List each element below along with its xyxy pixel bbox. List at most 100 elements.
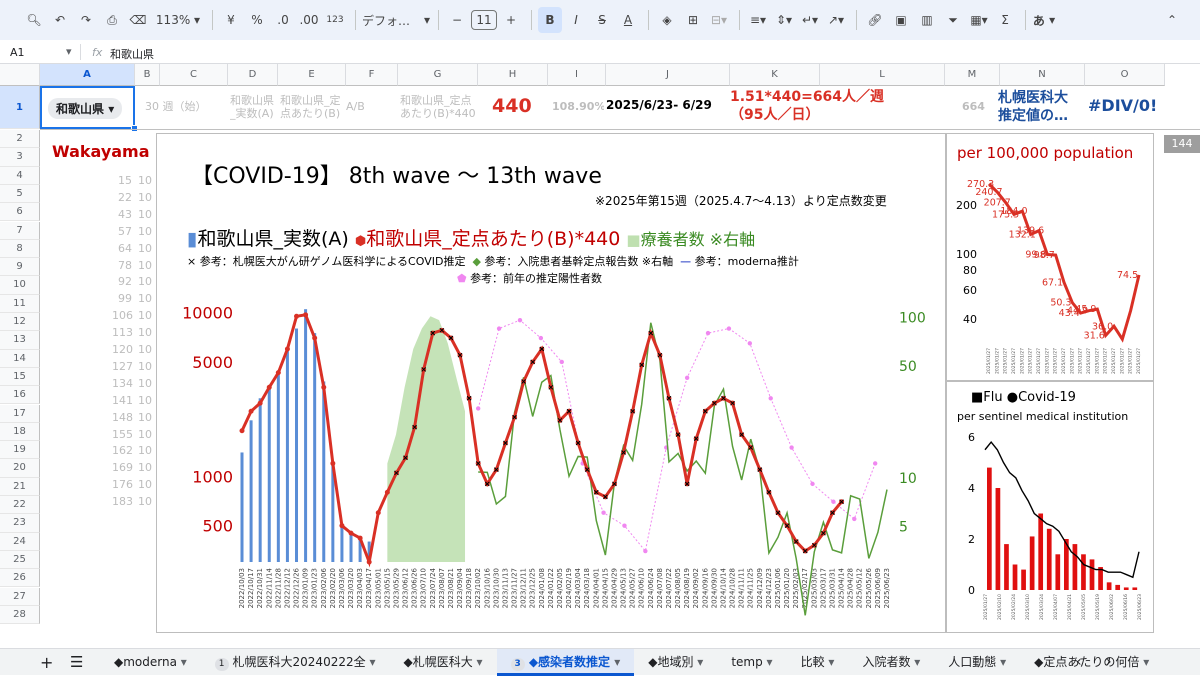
formula-input[interactable]: 和歌山県	[110, 46, 154, 62]
cell-right-value[interactable]: 144	[1164, 135, 1200, 153]
row-header-23[interactable]: 23	[0, 514, 40, 533]
row-header-2[interactable]: 2	[0, 130, 40, 149]
cell-c-value[interactable]: 10	[138, 259, 152, 272]
cell-b-value[interactable]: 106	[112, 309, 133, 322]
row-header-8[interactable]: 8	[0, 239, 40, 259]
row-header-24[interactable]: 24	[0, 532, 40, 551]
cell-c-value[interactable]: 10	[138, 275, 152, 288]
sheet-tab[interactable]: ◆札幌医科大 ▾	[389, 649, 496, 676]
cell-b-value[interactable]: 134	[112, 377, 133, 390]
cell-g1[interactable]: 和歌山県_定点 あたり(B)*440	[400, 86, 480, 129]
cell-k1[interactable]: 1.51*440=664人／週 （95人／日）	[730, 86, 890, 129]
column-header-h[interactable]: H	[478, 64, 548, 86]
filter-icon[interactable]: ⏷	[941, 7, 965, 33]
row-header-21[interactable]: 21	[0, 477, 40, 496]
cell-d1[interactable]: 和歌山県 _実数(A)	[230, 86, 280, 129]
cell-f1[interactable]: A/B	[346, 86, 391, 129]
sheet-tab[interactable]: ◆定点あたりの何倍 ▾	[1020, 649, 1163, 676]
cell-e1[interactable]: 和歌山県_定 点あたり(B)	[280, 86, 345, 129]
cell-c-value[interactable]: 10	[138, 225, 152, 238]
cell-b-value[interactable]: 169	[112, 461, 133, 474]
cell-b-value[interactable]: 155	[112, 428, 133, 441]
cell-b-value[interactable]: 120	[112, 343, 133, 356]
cell-b-value[interactable]: 127	[112, 360, 133, 373]
cell-b-value[interactable]: 113	[112, 326, 133, 339]
column-header-b[interactable]: B	[135, 64, 160, 86]
main-chart[interactable]: 【COVID-19】 8th wave 〜 13th wave ※2025年第1…	[156, 133, 946, 633]
tab-menu-icon[interactable]: ▾	[693, 655, 703, 669]
paint-format-icon[interactable]: ⌫	[126, 7, 150, 33]
column-header-d[interactable]: D	[228, 64, 278, 86]
borders-icon[interactable]: ⊞	[681, 7, 705, 33]
row-header-10[interactable]: 10	[0, 276, 40, 295]
link-icon[interactable]: 🔗︎	[863, 7, 887, 33]
redo-icon[interactable]: ↷	[74, 7, 98, 33]
undo-icon[interactable]: ↶	[48, 7, 72, 33]
flu-covid-chart[interactable]: ■Flu ●Covid-19 per sentinel medical inst…	[946, 381, 1154, 633]
cell-c-value[interactable]: 10	[138, 495, 152, 508]
cell-c-value[interactable]: 10	[138, 326, 152, 339]
increase-decimal-button[interactable]: .00	[297, 7, 321, 33]
row-header-27[interactable]: 27	[0, 587, 40, 606]
collapse-toolbar-icon[interactable]: ⌃	[1160, 7, 1184, 33]
tab-menu-icon[interactable]: ▾	[177, 655, 187, 669]
fill-color-icon[interactable]: ◈	[655, 7, 679, 33]
functions-icon[interactable]: Σ	[993, 7, 1017, 33]
row-header-17[interactable]: 17	[0, 404, 40, 423]
column-header-o[interactable]: O	[1085, 64, 1165, 86]
currency-format-button[interactable]: ¥	[219, 7, 243, 33]
tab-menu-icon[interactable]: ▾	[473, 655, 483, 669]
cell-i1[interactable]: 108.90%	[552, 86, 604, 129]
cell-b-value[interactable]: 15	[112, 174, 132, 187]
name-box-dropdown-icon[interactable]: ▾	[66, 45, 72, 58]
row-header-4[interactable]: 4	[0, 166, 40, 185]
cell-c-value[interactable]: 10	[138, 191, 152, 204]
cell-j1[interactable]: 2025/6/23- 6/29	[606, 86, 721, 129]
all-sheets-icon[interactable]: ☰	[70, 653, 83, 671]
sheet-tab[interactable]: 比較 ▾	[787, 649, 849, 676]
row-header-18[interactable]: 18	[0, 422, 40, 442]
row-header-7[interactable]: 7	[0, 221, 40, 240]
row-header-16[interactable]: 16	[0, 386, 40, 405]
row-header-12[interactable]: 12	[0, 313, 40, 332]
column-header-i[interactable]: I	[548, 64, 606, 86]
cell-c-value[interactable]: 10	[138, 343, 152, 356]
cell-b-value[interactable]: 176	[112, 478, 133, 491]
row-header-20[interactable]: 20	[0, 459, 40, 478]
cell-c-value[interactable]: 10	[138, 461, 152, 474]
text-wrap-icon[interactable]: ↵▾	[798, 7, 822, 33]
cell-b-value[interactable]: 141	[112, 394, 133, 407]
decrease-decimal-button[interactable]: .0	[271, 7, 295, 33]
column-header-a[interactable]: A	[40, 64, 135, 86]
tab-menu-icon[interactable]: ▾	[1139, 655, 1149, 669]
cell-b-value[interactable]: 64	[112, 242, 132, 255]
scroll-tabs-right-icon[interactable]: ›	[1106, 654, 1112, 670]
cell-h1[interactable]: 440	[492, 86, 542, 129]
sheet-tab[interactable]: ◆地域別 ▾	[634, 649, 717, 676]
cell-a2[interactable]: Wakayama	[52, 142, 150, 161]
cell-o1[interactable]: #DIV/0!	[1088, 86, 1158, 129]
decrease-font-size-button[interactable]: −	[445, 7, 469, 33]
row-header-15[interactable]: 15	[0, 367, 40, 387]
text-rotation-icon[interactable]: ↗▾	[824, 7, 848, 33]
row-header-19[interactable]: 19	[0, 441, 40, 460]
zoom-select[interactable]: 113% ▾	[152, 7, 204, 33]
cell-a1[interactable]: 和歌山県 ▾	[40, 86, 135, 129]
strikethrough-button[interactable]: S	[590, 7, 614, 33]
row-header-26[interactable]: 26	[0, 569, 40, 588]
cell-b-value[interactable]: 99	[112, 292, 132, 305]
column-header-j[interactable]: J	[606, 64, 730, 86]
sheet-tab[interactable]: ◆moderna ▾	[100, 649, 201, 676]
tab-menu-icon[interactable]: ▾	[996, 655, 1006, 669]
chart-icon[interactable]: ▥	[915, 7, 939, 33]
region-dropdown-chip[interactable]: 和歌山県 ▾	[48, 98, 123, 119]
tab-menu-icon[interactable]: ▾	[910, 655, 920, 669]
cell-n1[interactable]: 札幌医科大 推定値の…	[998, 86, 1084, 129]
per100k-chart[interactable]: per 100,000 population 200 100 80 60 40 270.3…	[946, 133, 1154, 381]
name-box[interactable]: A1	[10, 46, 25, 59]
row-header-1[interactable]: 1	[0, 86, 40, 129]
sheet-tab[interactable]: 人口動態 ▾	[934, 649, 1020, 676]
cell-b-value[interactable]: 162	[112, 444, 133, 457]
filter-views-icon[interactable]: ▦▾	[967, 7, 991, 33]
row-header-22[interactable]: 22	[0, 496, 40, 515]
